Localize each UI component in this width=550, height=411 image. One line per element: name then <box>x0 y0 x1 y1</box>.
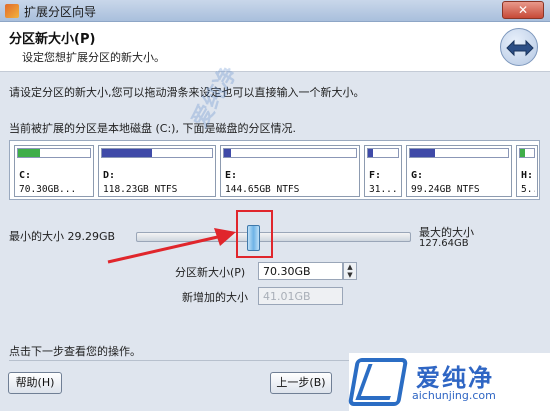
slider-highlight-annotation <box>236 210 273 258</box>
partition-info: 5... <box>521 184 535 195</box>
partition-usage-fill <box>368 149 373 157</box>
new-size-label: 分区新大小(P) <box>175 266 246 279</box>
slider-min-label: 最小的大小 29.29GB <box>9 230 116 243</box>
stepper-down-icon[interactable]: ▼ <box>344 271 356 279</box>
current-partition-text: 当前被扩展的分区是本地磁盘 (C:), 下面是磁盘的分区情况. <box>9 122 296 135</box>
partition-usage-bar <box>101 148 213 158</box>
partition-info: 70.30GB... <box>19 184 77 195</box>
resize-arrows-icon-glyph <box>506 39 534 57</box>
partition-drive-letter: E: <box>225 170 238 181</box>
watermark-brand-cn: 爱纯净 <box>416 364 494 392</box>
partition-usage-fill <box>520 149 525 157</box>
app-icon <box>5 4 19 18</box>
partition-usage-bar <box>409 148 509 158</box>
help-button[interactable]: 帮助(H) <box>8 372 62 394</box>
close-button[interactable]: ✕ <box>502 1 544 19</box>
back-button[interactable]: 上一步(B) <box>270 372 332 394</box>
partition-usage-fill <box>224 149 231 157</box>
partition-c[interactable]: C: 70.30GB... <box>14 145 94 197</box>
slider-max-value: 127.64GB <box>419 238 469 249</box>
partition-usage-bar <box>223 148 357 158</box>
partition-info: 118.23GB NTFS <box>103 184 178 195</box>
partition-usage-bar <box>519 148 535 158</box>
partition-drive-letter: C: <box>19 170 32 181</box>
resize-arrows-icon <box>500 28 538 66</box>
partition-usage-fill <box>18 149 40 157</box>
partition-usage-bar <box>17 148 91 158</box>
wizard-header: 分区新大小(P) 设定您想扩展分区的新大小。 <box>0 22 550 72</box>
footer-hint: 点击下一步查看您的操作。 <box>9 345 141 358</box>
partition-drive-letter: H: <box>521 170 534 181</box>
window-titlebar: 扩展分区向导 ✕ <box>0 0 550 22</box>
partition-usage-fill <box>410 149 435 157</box>
partition-f[interactable]: F: 31... <box>364 145 402 197</box>
size-slider-track[interactable] <box>136 232 411 242</box>
partition-g[interactable]: G: 99.24GB NTFS <box>406 145 512 197</box>
partition-drive-letter: F: <box>369 170 382 181</box>
added-size-field: 41.01GB <box>258 287 343 305</box>
page-subtitle: 设定您想扩展分区的新大小。 <box>22 51 165 64</box>
new-size-stepper[interactable]: ▲ ▼ <box>343 262 357 280</box>
partition-usage-fill <box>102 149 152 157</box>
partition-h[interactable]: H: 5... <box>516 145 538 197</box>
window-title: 扩展分区向导 <box>24 5 97 19</box>
page-title: 分区新大小(P) <box>9 32 96 47</box>
partition-info: 31... <box>369 184 398 195</box>
stepper-up-icon[interactable]: ▲ <box>344 263 356 271</box>
instruction-text: 请设定分区的新大小,您可以拖动滑条来设定也可以直接输入一个新大小。 <box>9 86 365 99</box>
new-size-input[interactable]: 70.30GB <box>258 262 343 280</box>
partition-usage-bar <box>367 148 399 158</box>
partition-info: 144.65GB NTFS <box>225 184 300 195</box>
added-size-label: 新增加的大小 <box>182 291 248 304</box>
watermark-brand-url: aichunjing.com <box>412 389 496 402</box>
partition-d[interactable]: D: 118.23GB NTFS <box>98 145 216 197</box>
partition-map: C: 70.30GB... D: 118.23GB NTFS E: 144.65… <box>9 140 540 200</box>
partition-drive-letter: G: <box>411 170 424 181</box>
partition-e[interactable]: E: 144.65GB NTFS <box>220 145 360 197</box>
partition-drive-letter: D: <box>103 170 116 181</box>
partition-info: 99.24GB NTFS <box>411 184 480 195</box>
